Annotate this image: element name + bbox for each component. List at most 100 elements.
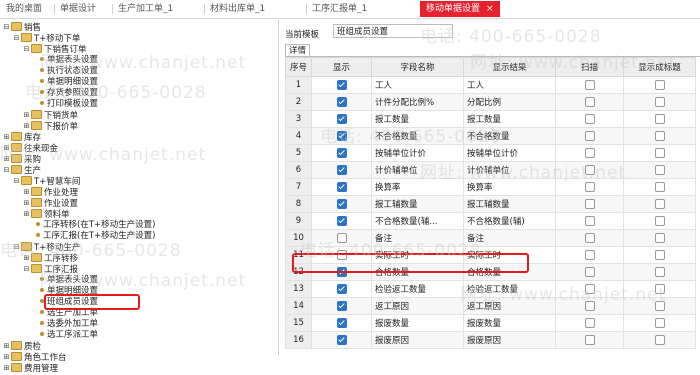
- display-result-cell[interactable]: 换算率: [463, 178, 556, 196]
- table-row[interactable]: 10 备注 备注: [285, 229, 696, 247]
- field-name-cell[interactable]: 报工辅数量: [371, 195, 464, 213]
- tab-desktop[interactable]: 我的桌面: [6, 2, 42, 16]
- expand-icon[interactable]: ⊞: [2, 132, 11, 143]
- display-result-cell[interactable]: 检验返工数量: [463, 280, 556, 298]
- field-name-cell[interactable]: 计件分配比例%: [371, 93, 464, 111]
- field-name-cell[interactable]: 报废原因: [371, 331, 464, 349]
- field-name-cell[interactable]: 备注: [371, 229, 464, 247]
- show-checkbox[interactable]: [336, 283, 347, 294]
- show-checkbox[interactable]: [336, 164, 347, 175]
- display-result-cell[interactable]: 计价辅单位: [463, 161, 556, 179]
- tree-leaf[interactable]: 选委外加工单: [38, 319, 98, 330]
- tree-leaf[interactable]: 打印模板设置: [38, 99, 98, 110]
- display-result-cell[interactable]: 不合格数量: [463, 127, 556, 145]
- show-checkbox[interactable]: [336, 96, 347, 107]
- show-checkbox[interactable]: [336, 334, 347, 345]
- col-header-title[interactable]: 显示成标题: [623, 57, 696, 77]
- display-result-cell[interactable]: 工人: [463, 76, 556, 94]
- tree-node-inventory[interactable]: ⊞ 库存: [2, 132, 41, 143]
- tree-leaf[interactable]: 单据表头设置: [38, 275, 98, 286]
- collapse-icon[interactable]: ⊟: [12, 176, 21, 187]
- table-row[interactable]: 14 返工原因 返工原因: [285, 297, 696, 315]
- display-result-cell[interactable]: 按辅单位计价: [463, 144, 556, 162]
- table-row[interactable]: 8 报工辅数量 报工辅数量: [285, 195, 696, 213]
- expand-icon[interactable]: ⊞: [22, 198, 31, 209]
- col-header-scan[interactable]: 扫描: [555, 57, 624, 77]
- show-checkbox[interactable]: [336, 215, 347, 226]
- expand-icon[interactable]: ⊞: [2, 363, 11, 374]
- show-as-title-checkbox[interactable]: [654, 181, 665, 192]
- table-row[interactable]: 7 换算率 换算率: [285, 178, 696, 196]
- show-as-title-checkbox[interactable]: [654, 266, 665, 277]
- show-checkbox[interactable]: [336, 232, 347, 243]
- display-result-cell[interactable]: 报工辅数量: [463, 195, 556, 213]
- expand-icon[interactable]: ⊞: [22, 209, 31, 220]
- col-header-no[interactable]: 序号: [285, 57, 312, 77]
- tree-node-expense[interactable]: ⊞ 费用管理: [2, 363, 58, 374]
- show-as-title-checkbox[interactable]: [654, 96, 665, 107]
- scan-checkbox[interactable]: [584, 283, 595, 294]
- tree-node-qc[interactable]: ⊞ 质检: [2, 341, 41, 352]
- field-name-cell[interactable]: 换算率: [371, 178, 464, 196]
- tree-leaf[interactable]: 工序转移(在T+移动生产设置): [34, 220, 155, 231]
- tree-node-mobile-order[interactable]: ⊟ T+移动下单: [12, 33, 80, 44]
- scan-checkbox[interactable]: [584, 181, 595, 192]
- scan-checkbox[interactable]: [584, 113, 595, 124]
- field-name-cell[interactable]: 工人: [371, 76, 464, 94]
- tree-leaf[interactable]: 选工序派工单: [38, 330, 98, 341]
- scan-checkbox[interactable]: [584, 198, 595, 209]
- field-name-cell[interactable]: 报工数量: [371, 110, 464, 128]
- scan-checkbox[interactable]: [584, 317, 595, 328]
- table-row[interactable]: 6 计价辅单位 计价辅单位: [285, 161, 696, 179]
- table-row[interactable]: 13 检验返工数量 检验返工数量: [285, 280, 696, 298]
- expand-icon[interactable]: ⊞: [2, 143, 11, 154]
- show-as-title-checkbox[interactable]: [654, 232, 665, 243]
- col-header-show[interactable]: 显示: [311, 57, 372, 77]
- tree-node-sales[interactable]: ⊟ 销售: [2, 22, 41, 33]
- scan-checkbox[interactable]: [584, 334, 595, 345]
- scan-checkbox[interactable]: [584, 130, 595, 141]
- display-result-cell[interactable]: 报废原因: [463, 331, 556, 349]
- table-row[interactable]: 9 不合格数量(辅... 不合格数量(辅): [285, 212, 696, 230]
- field-name-cell[interactable]: 不合格数量(辅...: [371, 212, 464, 230]
- show-as-title-checkbox[interactable]: [654, 215, 665, 226]
- scan-checkbox[interactable]: [584, 266, 595, 277]
- tree-node-smart-workshop[interactable]: ⊟ T+智慧车间: [12, 176, 80, 187]
- show-as-title-checkbox[interactable]: [654, 317, 665, 328]
- display-result-cell[interactable]: 返工原因: [463, 297, 556, 315]
- table-row[interactable]: 4 不合格数量 不合格数量: [285, 127, 696, 145]
- collapse-icon[interactable]: ⊟: [22, 44, 31, 55]
- expand-icon[interactable]: ⊞: [2, 352, 11, 363]
- show-as-title-checkbox[interactable]: [654, 249, 665, 260]
- tree-leaf[interactable]: 单据明细设置: [38, 77, 98, 88]
- tree-node-sales-order[interactable]: ⊟ 下销售订单: [22, 44, 87, 55]
- display-result-cell[interactable]: 分配比例: [463, 93, 556, 111]
- expand-icon[interactable]: ⊞: [22, 110, 31, 121]
- tree-node-picking[interactable]: ⊞ 领料单: [22, 209, 70, 220]
- tree-leaf[interactable]: 存货参照设置: [38, 88, 98, 99]
- show-as-title-checkbox[interactable]: [654, 79, 665, 90]
- show-checkbox[interactable]: [336, 198, 347, 209]
- collapse-icon[interactable]: ⊟: [12, 242, 21, 253]
- tree-leaf[interactable]: 执行状态设置: [38, 66, 98, 77]
- show-checkbox[interactable]: [336, 181, 347, 192]
- show-checkbox[interactable]: [336, 317, 347, 328]
- tree-leaf[interactable]: 单据表头设置: [38, 55, 98, 66]
- scan-checkbox[interactable]: [584, 79, 595, 90]
- show-checkbox[interactable]: [336, 147, 347, 158]
- field-name-cell[interactable]: 不合格数量: [371, 127, 464, 145]
- scan-checkbox[interactable]: [584, 300, 595, 311]
- field-name-cell[interactable]: 计价辅单位: [371, 161, 464, 179]
- tree-leaf[interactable]: 工序汇报(在T+移动生产设置): [34, 231, 155, 242]
- tab-production-order[interactable]: 生产加工单_1: [111, 2, 173, 16]
- tree-node-delivery[interactable]: ⊞ 下销货单: [22, 110, 78, 121]
- collapse-icon[interactable]: ⊟: [2, 165, 11, 176]
- tree-node-cash[interactable]: ⊞ 往来现金: [2, 143, 58, 154]
- field-name-cell[interactable]: 报废数量: [371, 314, 464, 332]
- close-icon[interactable]: ×: [486, 4, 494, 14]
- tree-node-role-workbench[interactable]: ⊞ 角色工作台: [2, 352, 67, 363]
- display-result-cell[interactable]: 报工数量: [463, 110, 556, 128]
- tree-node-purchase[interactable]: ⊞ 采购: [2, 154, 41, 165]
- expand-icon[interactable]: ⊞: [2, 154, 11, 165]
- table-row[interactable]: 2 计件分配比例% 分配比例: [285, 93, 696, 111]
